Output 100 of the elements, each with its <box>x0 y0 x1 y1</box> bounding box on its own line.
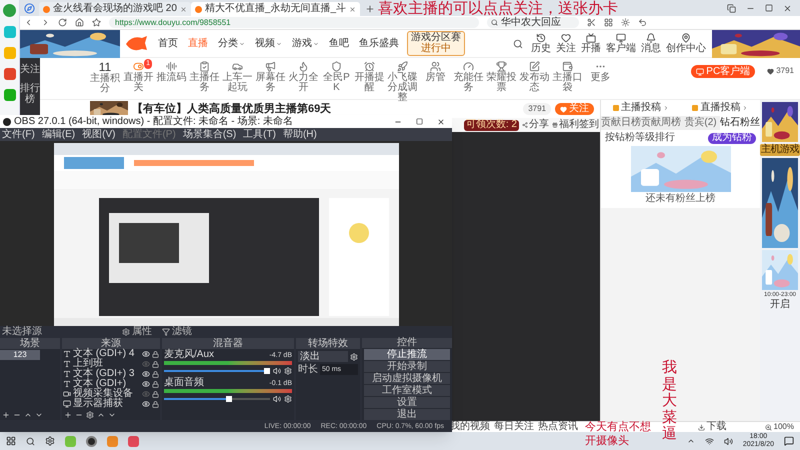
download-button[interactable]: 下载 <box>698 422 727 432</box>
header-menu-item[interactable]: 关注 <box>556 33 576 54</box>
toolbar-item[interactable]: 充能任务 <box>452 61 485 93</box>
sun-icon[interactable] <box>621 18 630 27</box>
bookmark-icon[interactable] <box>92 18 101 27</box>
slider-thumb[interactable] <box>264 368 270 374</box>
source-item[interactable]: 文本 (GDI+) 4 <box>62 349 160 359</box>
header-menu-item[interactable]: 创作中心 <box>666 33 706 54</box>
scissors-icon[interactable] <box>587 18 596 27</box>
search-field[interactable]: 华中农大回应 <box>487 17 579 28</box>
search-icon[interactable] <box>26 436 35 446</box>
menu-item[interactable]: 编辑(E) <box>42 130 76 140</box>
url-field[interactable]: https://www.douyu.com/9858551 <box>109 17 479 28</box>
close-icon[interactable] <box>783 4 792 13</box>
nav-link[interactable]: 游戏 <box>292 38 319 48</box>
slider-thumb[interactable] <box>226 396 232 402</box>
nav-link[interactable]: 鱼吧 <box>329 38 349 48</box>
toolbar-item[interactable]: 发布动态 <box>518 61 551 93</box>
control-button[interactable]: 退出 <box>364 409 450 420</box>
control-button[interactable]: 停止推流 <box>364 349 450 360</box>
filters-button[interactable]: 滤镜 <box>162 327 192 337</box>
lock-icon[interactable] <box>152 350 159 358</box>
search-icon[interactable] <box>513 38 523 48</box>
back-icon[interactable] <box>24 18 33 27</box>
notification-icon[interactable] <box>784 436 794 446</box>
status-link[interactable]: 每日关注 <box>494 422 534 432</box>
toolbar-item[interactable]: 屏幕任务 <box>254 61 287 93</box>
control-button[interactable]: 开始录制 <box>364 361 450 372</box>
toolbar-item[interactable]: 开播提醒 <box>353 61 386 93</box>
source-item[interactable]: 显示器捕获 <box>62 399 160 409</box>
wifi-icon[interactable] <box>704 436 714 446</box>
menu-item[interactable]: 视图(V) <box>82 130 116 140</box>
logo-icon[interactable] <box>124 34 148 52</box>
toolbar-item[interactable]: 全民PK <box>320 61 353 93</box>
ad-action[interactable]: 开启 <box>770 300 790 310</box>
gear-icon[interactable] <box>45 436 55 446</box>
maximize-icon[interactable] <box>416 118 423 124</box>
left-nav-item[interactable]: 关注 <box>20 64 40 75</box>
star-app-icon[interactable] <box>4 47 16 59</box>
close-icon[interactable] <box>437 118 445 126</box>
menu-item[interactable]: 文件(F) <box>2 130 35 140</box>
speaker-icon[interactable] <box>273 395 281 403</box>
new-tab-icon[interactable] <box>365 4 376 14</box>
control-button[interactable]: 工作室模式 <box>364 385 450 396</box>
rank-tab[interactable]: 贵宾(2) <box>681 116 720 130</box>
transition-select[interactable]: 淡出 <box>298 351 348 362</box>
volume-slider[interactable] <box>164 368 270 374</box>
compass-icon[interactable] <box>24 3 35 14</box>
toolbar-item[interactable]: 房管 <box>419 61 452 83</box>
browser-tab[interactable]: 精大不优直播_永劫无间直播_斗 <box>190 2 360 16</box>
lock-icon[interactable] <box>152 390 159 398</box>
left-nav-item[interactable]: 排行榜 <box>20 83 40 105</box>
menu-item[interactable]: 帮助(H) <box>282 130 317 140</box>
speaker-icon[interactable] <box>273 367 281 375</box>
browser-logo-icon[interactable] <box>3 4 16 17</box>
header-menu-item[interactable]: 客户端 <box>606 33 636 54</box>
app-icon[interactable] <box>4 68 16 80</box>
camera-app-icon[interactable] <box>86 436 97 446</box>
score-item[interactable]: 11 主播积分 <box>88 61 122 94</box>
panel-link[interactable]: 主播投稿 <box>612 103 669 113</box>
toolbar-item[interactable]: 上车一起玩 <box>221 61 254 93</box>
nav-link[interactable]: 鱼乐盛典 <box>359 38 399 48</box>
add-icon[interactable] <box>64 410 72 418</box>
maximize-icon[interactable] <box>765 4 773 12</box>
lock-icon[interactable] <box>152 360 159 368</box>
menu-item[interactable]: 工具(T) <box>243 130 276 140</box>
claim-badge[interactable]: 可领次数: 2 <box>464 120 519 130</box>
toolbar-item[interactable]: 荣耀投票 <box>485 61 518 93</box>
grid-icon[interactable] <box>604 18 613 27</box>
browser-tab[interactable]: 金火线看会现场的游戏吧 20 <box>39 2 191 16</box>
rank-tab[interactable]: 贡献周榜 <box>641 116 681 130</box>
event-badge[interactable]: 游戏分区赛 进行中 <box>407 31 465 56</box>
source-item[interactable]: 上到班 <box>62 359 160 369</box>
toolbar-item[interactable]: 小飞碟分成调整 <box>386 61 419 103</box>
header-menu-item[interactable]: 历史 <box>531 33 551 54</box>
restore-icon[interactable] <box>727 4 736 13</box>
lock-icon[interactable] <box>152 370 159 378</box>
properties-button[interactable]: 属性 <box>122 327 152 337</box>
toolbar-item[interactable]: 主播任务 <box>188 61 221 93</box>
menu-item[interactable]: 场景集合(S) <box>182 130 236 140</box>
source-item[interactable]: 视频采集设备 <box>62 389 160 399</box>
ad-label[interactable]: 主机游戏 <box>760 144 800 156</box>
control-button[interactable]: 设置 <box>364 397 450 408</box>
volume-slider[interactable] <box>164 396 270 402</box>
forward-icon[interactable] <box>41 18 50 27</box>
zoom-button[interactable]: 100% <box>764 423 794 431</box>
nav-link[interactable]: 首页 <box>158 38 178 48</box>
app-icon[interactable] <box>128 436 139 446</box>
source-item[interactable]: 文本 (GDI+) 3 <box>62 369 160 379</box>
home-icon[interactable] <box>75 18 84 27</box>
volume-icon[interactable] <box>724 436 733 446</box>
rank-tab[interactable]: 钻石粉丝 <box>720 116 760 130</box>
status-link[interactable]: 热点资讯 <box>538 422 578 432</box>
share-link[interactable]: 分享 <box>522 120 549 130</box>
toolbar-item[interactable]: 火力全开 <box>287 61 320 93</box>
header-menu-item[interactable]: 开播 <box>581 33 601 54</box>
nav-link[interactable]: 视频 <box>255 38 282 48</box>
chat-app-icon[interactable] <box>4 89 16 101</box>
toolbar-item[interactable]: 主播口袋 <box>551 61 584 93</box>
panel-link[interactable]: 直播投稿 <box>692 103 748 113</box>
